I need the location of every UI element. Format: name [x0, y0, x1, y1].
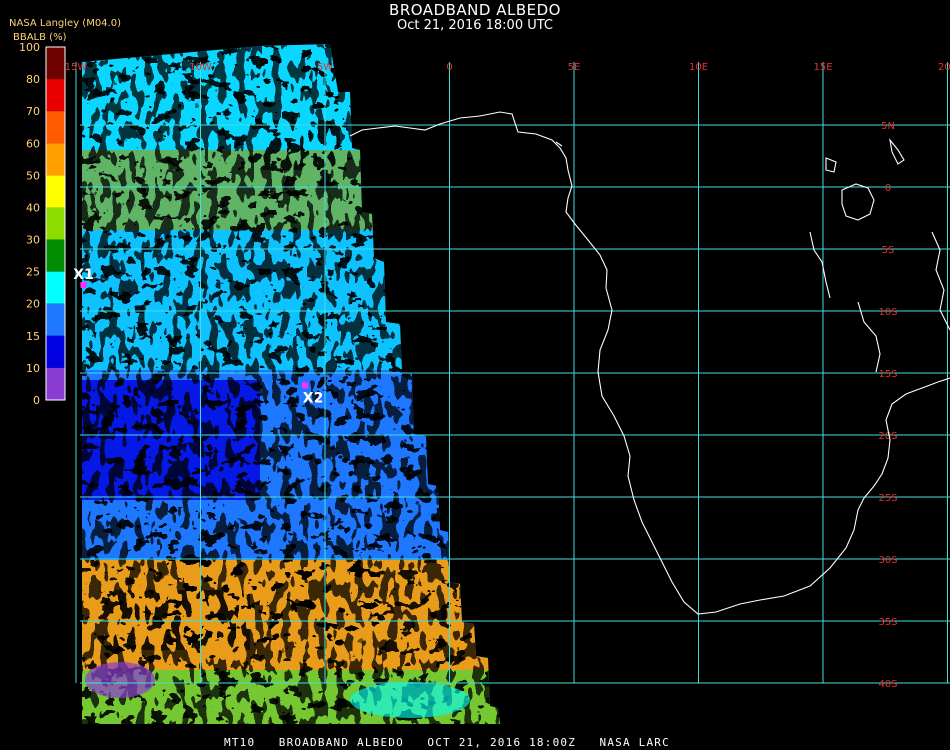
colorbar-band: [46, 111, 65, 144]
lat-label: 25S: [878, 493, 897, 504]
colorbar-band: [46, 335, 65, 368]
colorbar-band: [46, 175, 65, 208]
colorbar-band: [46, 79, 65, 112]
lake-victoria: [841, 183, 875, 221]
albedo-map-figure: BROADBAND ALBEDO Oct 21, 2016 18:00 UTC …: [0, 0, 950, 750]
lon-label: 5E: [568, 62, 581, 73]
footer-product-name: BROADBAND ALBEDO: [278, 736, 404, 749]
lon-label: 20E: [938, 62, 950, 73]
lat-label: 10S: [878, 307, 897, 318]
colorbar-tick-label: 40: [26, 201, 40, 214]
lon-label: 5W: [317, 62, 333, 73]
lat-label: 5N: [881, 121, 895, 132]
colorbar-band: [46, 271, 65, 304]
colorbar-tick-label: 80: [26, 73, 40, 86]
lat-label: 15S: [878, 369, 897, 380]
site-marker: [302, 382, 309, 389]
lon-label: 10W: [189, 62, 212, 73]
colorbar-band: [46, 143, 65, 176]
colorbar-tick-label: 100: [19, 41, 40, 54]
footer-credit: NASA LARC: [599, 736, 670, 749]
coastline-fragment-east: [809, 231, 950, 373]
colorbar: 100807060504030252015100: [19, 41, 66, 407]
colorbar-tick-label: 10: [26, 362, 40, 375]
lon-label: 0: [446, 62, 452, 73]
colorbar-tick-label: 70: [26, 105, 40, 118]
lon-label: 10E: [689, 62, 708, 73]
colorbar-band: [46, 367, 65, 400]
map-footer: MT10 BROADBAND ALBEDO OCT 21, 2016 18:00…: [224, 736, 670, 749]
site-marker-label: X2: [303, 390, 324, 406]
colorbar-tick-label: 25: [26, 266, 40, 279]
colorbar-tick-label: 50: [26, 169, 40, 182]
colorbar-tick-label: 60: [26, 137, 40, 150]
lon-label: 15W: [65, 62, 88, 73]
colorbar-tick-label: 15: [26, 330, 40, 343]
lon-label: 15E: [813, 62, 832, 73]
colorbar-tick-label: 0: [33, 394, 40, 407]
lat-label: 30S: [878, 555, 897, 566]
lat-label: 0: [885, 183, 891, 194]
colorbar-band: [46, 207, 65, 240]
colorbar-tick-label: 20: [26, 298, 40, 311]
footer-product-code: MT10: [224, 736, 256, 749]
albedo-swath: [82, 44, 500, 724]
lake-fragment: [555, 138, 905, 173]
site-marker-label: X1: [73, 267, 94, 283]
map-svg: 25W20W15W10W5W05E10E15E20E25E30E35E5N05S…: [19, 41, 950, 724]
lat-label: 5S: [882, 245, 895, 256]
footer-datetime: OCT 21, 2016 18:00Z: [427, 736, 577, 749]
lat-label: 35S: [878, 617, 897, 628]
colorbar-band: [46, 239, 65, 272]
colorbar-tick-label: 30: [26, 234, 40, 247]
lat-label: 40S: [878, 679, 897, 690]
colorbar-band: [46, 303, 65, 336]
colorbar-band: [46, 47, 65, 80]
